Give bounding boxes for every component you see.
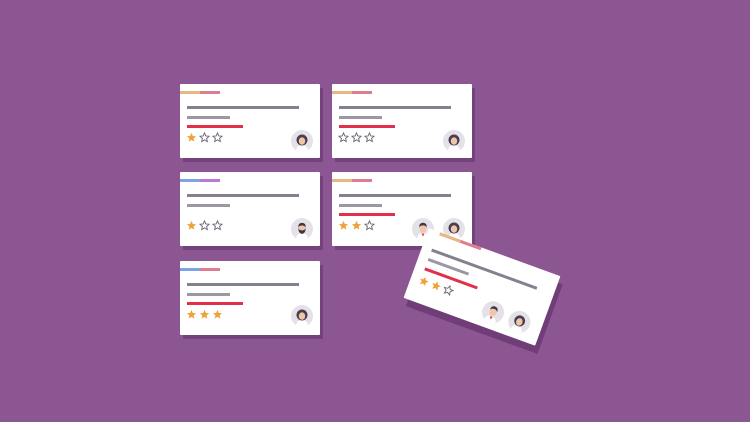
- title-line: [187, 106, 299, 109]
- star-empty-icon: [443, 284, 455, 297]
- priority-bar: [187, 125, 243, 128]
- card-tag: [180, 268, 220, 271]
- card-tag: [332, 179, 372, 182]
- star-rating[interactable]: [186, 132, 223, 143]
- review-card-dragged[interactable]: [403, 228, 561, 346]
- tag-segment: [180, 91, 200, 94]
- subtitle-line: [187, 204, 230, 207]
- subtitle-line: [339, 204, 382, 207]
- tag-segment: [332, 179, 352, 182]
- star-empty-icon: [364, 220, 375, 231]
- man-avatar-icon[interactable]: [478, 298, 508, 327]
- review-card-1[interactable]: [180, 84, 320, 158]
- star-filled-icon: [186, 309, 197, 319]
- priority-bar: [339, 125, 395, 128]
- star-empty-icon: [199, 132, 210, 143]
- star-filled-icon: [212, 309, 223, 319]
- tag-segment: [200, 91, 220, 94]
- subtitle-line: [339, 116, 382, 119]
- star-empty-icon: [338, 132, 349, 143]
- star-empty-icon: [199, 220, 210, 231]
- star-rating[interactable]: [186, 220, 223, 231]
- review-card-4[interactable]: [332, 172, 472, 246]
- star-rating[interactable]: [186, 309, 223, 320]
- star-filled-icon: [338, 220, 349, 230]
- star-filled-icon: [186, 132, 197, 142]
- star-filled-icon: [351, 220, 362, 230]
- tag-segment: [180, 268, 200, 271]
- title-line: [339, 106, 451, 109]
- review-card-2[interactable]: [332, 84, 472, 158]
- woman-avatar-icon[interactable]: [443, 130, 465, 152]
- woman-avatar-icon[interactable]: [505, 307, 534, 336]
- tag-segment: [332, 91, 352, 94]
- priority-bar: [187, 302, 243, 305]
- subtitle-line: [187, 293, 230, 296]
- star-rating[interactable]: [338, 220, 375, 231]
- tag-segment: [200, 179, 220, 182]
- woman-avatar-icon[interactable]: [291, 305, 313, 327]
- star-empty-icon: [364, 132, 375, 143]
- star-filled-icon: [199, 309, 210, 319]
- star-empty-icon: [351, 132, 362, 143]
- tag-segment: [200, 268, 220, 271]
- star-empty-icon: [212, 132, 223, 143]
- woman-avatar-icon[interactable]: [291, 130, 313, 152]
- star-rating[interactable]: [338, 132, 375, 143]
- star-empty-icon: [212, 220, 223, 231]
- priority-bar: [339, 213, 395, 216]
- card-tag: [180, 179, 220, 182]
- bearded-man-avatar-icon[interactable]: [291, 218, 313, 240]
- review-card-5[interactable]: [180, 261, 320, 335]
- star-filled-icon: [186, 220, 197, 230]
- subtitle-line: [187, 116, 230, 119]
- review-card-3[interactable]: [180, 172, 320, 246]
- title-line: [187, 194, 299, 197]
- tag-segment: [352, 91, 372, 94]
- title-line: [187, 283, 299, 286]
- card-tag: [332, 91, 372, 94]
- tag-segment: [180, 179, 200, 182]
- card-tag: [180, 91, 220, 94]
- title-line: [339, 194, 451, 197]
- tag-segment: [352, 179, 372, 182]
